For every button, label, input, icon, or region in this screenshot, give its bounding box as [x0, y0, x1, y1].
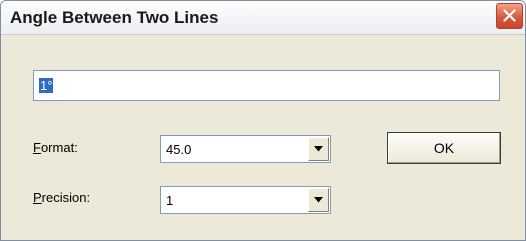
angle-result-field[interactable]: 1°	[33, 70, 500, 101]
close-icon	[503, 9, 516, 22]
precision-label-text: recision:	[41, 190, 91, 205]
format-select-value: 45.0	[166, 142, 192, 157]
close-button[interactable]	[496, 3, 523, 29]
precision-label-accel: P	[33, 190, 42, 205]
format-dropdown-button[interactable]	[308, 137, 329, 161]
angle-result-value: 1°	[39, 78, 54, 93]
chevron-down-icon	[314, 197, 323, 203]
title-bar[interactable]: Angle Between Two Lines	[1, 1, 525, 35]
precision-select[interactable]: 1	[160, 186, 331, 214]
dialog-title: Angle Between Two Lines	[10, 8, 219, 27]
precision-dropdown-button[interactable]	[308, 188, 329, 212]
format-label-text: ormat:	[40, 140, 78, 155]
angle-dialog: Angle Between Two Lines 1° Format: 45.0 …	[0, 0, 526, 241]
ok-button[interactable]: OK	[387, 132, 501, 164]
format-label: Format:	[33, 140, 78, 155]
precision-select-value: 1	[166, 193, 174, 208]
chevron-down-icon	[314, 146, 323, 152]
precision-label: Precision:	[33, 190, 90, 205]
format-label-accel: F	[33, 140, 41, 155]
format-select[interactable]: 45.0	[160, 135, 331, 163]
